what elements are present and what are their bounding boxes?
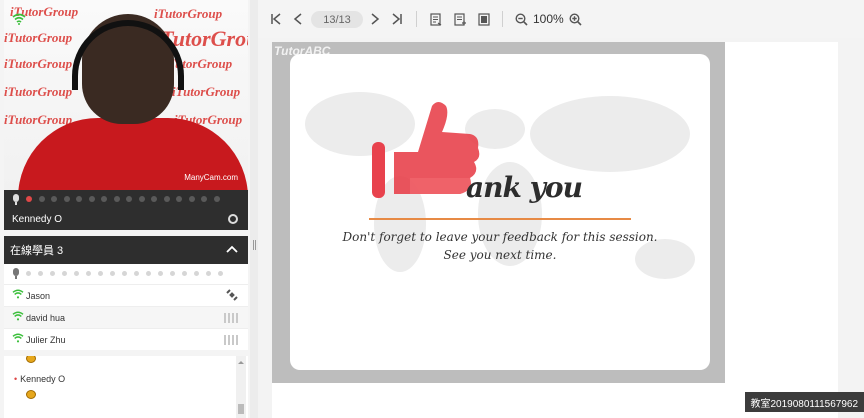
first-page-icon[interactable] (268, 10, 284, 28)
video-control-bar: Kennedy O (4, 190, 248, 230)
zoom-level: 100% (533, 12, 564, 26)
wifi-icon (12, 289, 24, 302)
bookmark-icon[interactable] (476, 10, 492, 28)
room-id-badge: 教室2019080111567962 (744, 392, 864, 412)
teacher-name: Kennedy O (12, 214, 63, 225)
camera-watermark: ManyCam.com (184, 173, 238, 182)
watermark-text: iTutorGroup (154, 6, 223, 21)
feedback-line-1: Don't forget to leave your feedback for … (342, 230, 658, 244)
thank-you-title: ank you (466, 171, 583, 204)
hand-raise-icon (26, 356, 36, 365)
volume-level-dots (26, 196, 220, 202)
splitter-grip[interactable] (253, 240, 256, 250)
feedback-line-2: See you next time. (443, 248, 557, 262)
online-students-panel: 在線學員 3 Jason david hua Julier Zhu (4, 236, 248, 350)
toolbar-divider (502, 11, 503, 27)
watermark-text: iTutorGroup (4, 30, 73, 45)
wifi-icon (12, 333, 24, 346)
classroom-app: iTutorGroup iTutorGroup iTutorGroup iTut… (0, 0, 864, 418)
microphone-icon (12, 268, 20, 279)
camera-toggle-icon[interactable] (228, 214, 238, 224)
chat-message: • Kennedy O (14, 374, 65, 384)
slide-page[interactable]: ank you Don't forget to leave your feedb… (290, 54, 710, 370)
volume-level-dots (26, 271, 223, 276)
document-list-icon[interactable] (428, 10, 444, 28)
student-name: david hua (26, 312, 66, 323)
wifi-icon (12, 12, 26, 28)
next-page-icon[interactable] (367, 10, 383, 28)
chat-author: Kennedy O (20, 374, 66, 384)
microphone-icon (12, 194, 20, 205)
students-header[interactable]: 在線學員 3 (4, 236, 248, 264)
zoom-out-icon[interactable] (513, 10, 529, 28)
watermark-text: iTutorGroup (4, 56, 73, 71)
panel-splitter[interactable] (250, 0, 258, 418)
watermark-text: iTutorGroup (4, 84, 73, 99)
whiteboard-area: 13/13 100% TutorABC ank you Don't forget… (258, 0, 864, 418)
zoom-in-icon[interactable] (567, 10, 583, 28)
student-row[interactable]: Julier Zhu (4, 328, 248, 350)
divider-rule (369, 218, 631, 220)
students-volume-row (4, 264, 248, 284)
last-page-icon[interactable] (389, 10, 405, 28)
slide-toolbar: 13/13 100% (258, 0, 864, 38)
toolbar-divider (416, 11, 417, 27)
students-header-label: 在線學員 3 (10, 245, 64, 257)
teacher-video: iTutorGroup iTutorGroup iTutorGroup iTut… (4, 0, 248, 190)
audio-bars-icon (224, 313, 238, 323)
scroll-thumb[interactable] (238, 404, 244, 414)
chat-scrollbar[interactable] (236, 356, 246, 418)
student-name: Jason (26, 290, 51, 301)
prev-page-icon[interactable] (290, 10, 306, 28)
bullet-dot: • (14, 374, 18, 384)
chat-panel: • Kennedy O (4, 356, 248, 418)
chevron-up-icon[interactable] (226, 244, 238, 256)
student-row[interactable]: david hua (4, 306, 248, 328)
satellite-icon (226, 289, 238, 304)
world-map-background (305, 92, 695, 279)
audio-bars-icon (224, 335, 238, 345)
left-panel: iTutorGroup iTutorGroup iTutorGroup iTut… (0, 0, 250, 418)
student-row[interactable]: Jason (4, 284, 248, 306)
document-add-icon[interactable] (452, 10, 468, 28)
slide-frame: TutorABC ank you Don't forget to leave y… (272, 42, 725, 383)
scroll-up-arrow[interactable] (238, 358, 244, 364)
hand-raise-icon (26, 390, 36, 401)
page-indicator: 13/13 (311, 11, 363, 28)
wifi-icon (12, 311, 24, 324)
student-name: Julier Zhu (26, 334, 66, 345)
